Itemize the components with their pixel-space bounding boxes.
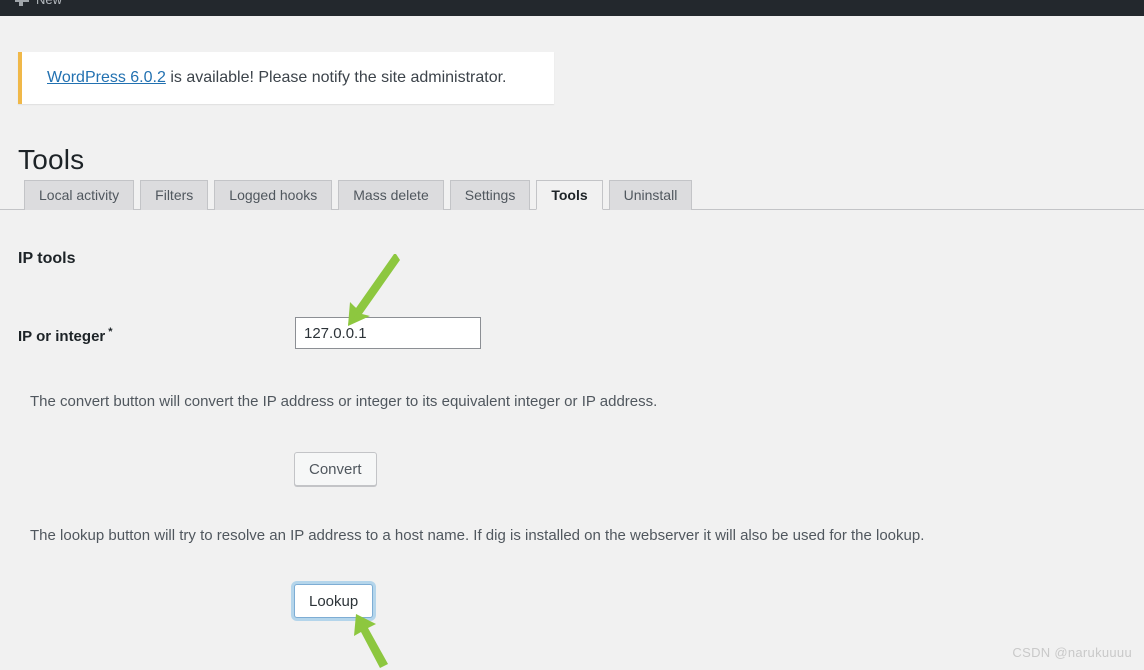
plus-icon <box>14 0 30 8</box>
lookup-button[interactable]: Lookup <box>294 584 374 618</box>
adminbar-new-item[interactable]: New <box>6 0 70 16</box>
lookup-description: The lookup button will try to resolve an… <box>30 527 925 544</box>
page-title: Tools <box>18 144 85 175</box>
tab-settings[interactable]: Settings <box>449 180 531 210</box>
ip-or-integer-input[interactable] <box>295 317 481 349</box>
adminbar-new-label: New <box>36 0 62 16</box>
update-notice-text: WordPress 6.0.2 is available! Please not… <box>47 66 507 90</box>
update-notice: WordPress 6.0.2 is available! Please not… <box>18 52 554 104</box>
required-marker: * <box>108 326 113 338</box>
tab-local-activity[interactable]: Local activity <box>24 180 135 210</box>
admin-bar: New <box>0 0 1144 16</box>
nav-tab-wrapper: Local activity Filters Logged hooks Mass… <box>0 178 1144 210</box>
tab-logged-hooks[interactable]: Logged hooks <box>214 180 333 210</box>
tab-uninstall[interactable]: Uninstall <box>608 180 693 210</box>
section-heading-ip-tools: IP tools <box>18 250 76 267</box>
wordpress-update-link[interactable]: WordPress 6.0.2 <box>47 69 166 86</box>
tab-tools[interactable]: Tools <box>536 180 603 210</box>
convert-description: The convert button will convert the IP a… <box>30 393 658 410</box>
admin-page-wrap: WordPress 6.0.2 is available! Please not… <box>0 16 1144 670</box>
update-notice-message: is available! Please notify the site adm… <box>165 69 507 86</box>
annotation-arrow-to-lookup <box>354 614 388 668</box>
ip-or-integer-label: IP or integer * <box>18 326 113 345</box>
convert-button[interactable]: Convert <box>294 452 377 486</box>
ip-or-integer-label-text: IP or integer <box>18 328 106 345</box>
tab-filters[interactable]: Filters <box>140 180 209 210</box>
watermark: CSDN @narukuuuu <box>1012 645 1132 660</box>
tab-mass-delete[interactable]: Mass delete <box>338 180 444 210</box>
